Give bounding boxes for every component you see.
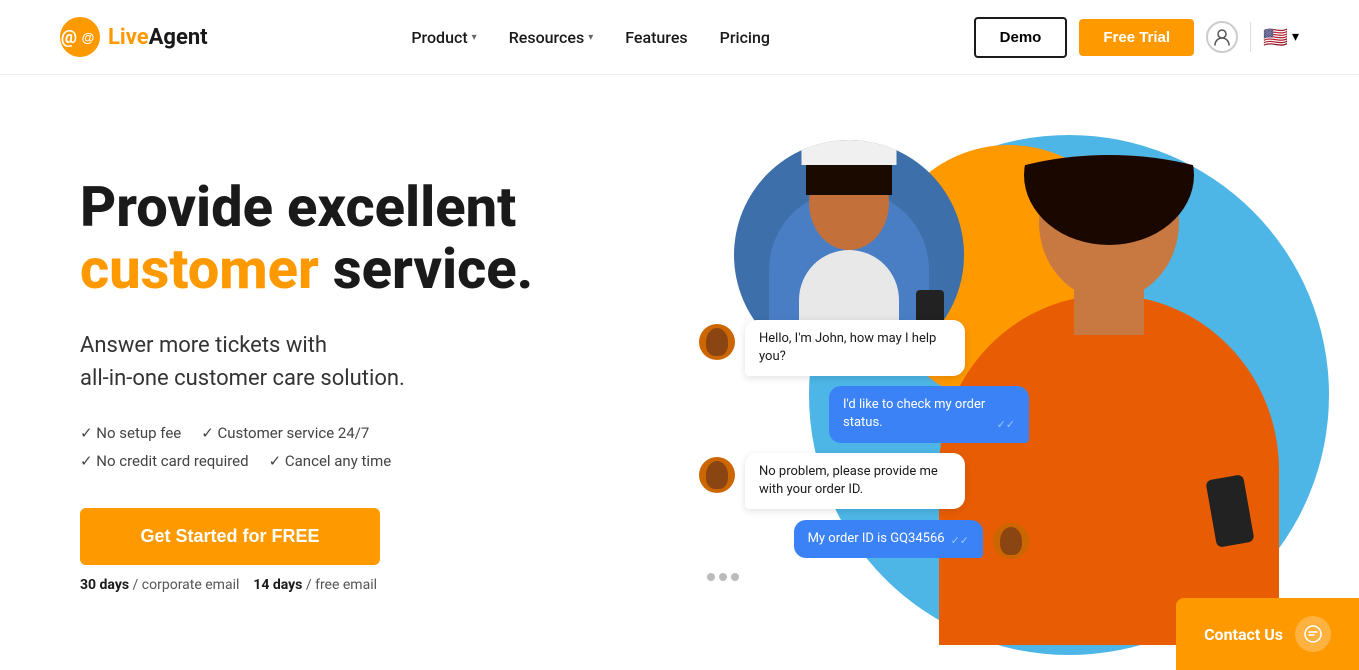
- chevron-down-icon: ▾: [588, 32, 593, 43]
- language-selector[interactable]: 🇺🇸 ▾: [1263, 25, 1299, 49]
- nav-features[interactable]: Features: [625, 28, 687, 47]
- contact-us-button[interactable]: Contact Us: [1176, 598, 1359, 670]
- chat-message-3: No problem, please provide me with your …: [699, 453, 1039, 509]
- get-started-button[interactable]: Get Started for FREE: [80, 508, 380, 565]
- bubble-blue-1: I'd like to check my order status. ✓✓: [829, 386, 1029, 442]
- dot-2: [719, 573, 727, 581]
- nav-divider: [1250, 22, 1251, 52]
- bubble-white-2: No problem, please provide me with your …: [745, 453, 965, 509]
- hero-subtitle: Answer more tickets with all-in-one cust…: [80, 329, 533, 395]
- logo-text: LiveAgent: [108, 25, 208, 50]
- chevron-down-icon: ▾: [472, 32, 477, 43]
- navbar: @ LiveAgent Product ▾ Resources ▾ Featur…: [0, 0, 1359, 75]
- demo-button[interactable]: Demo: [974, 17, 1068, 58]
- user-account-icon[interactable]: [1206, 21, 1238, 53]
- logo-icon: @: [60, 17, 100, 57]
- nav-links: Product ▾ Resources ▾ Features Pricing: [411, 28, 770, 47]
- nav-pricing[interactable]: Pricing: [720, 28, 770, 47]
- avatar-john-2: [699, 457, 735, 493]
- avatar-john: [699, 324, 735, 360]
- chat-bubbles: Hello, I'm John, how may I help you? I'd…: [699, 320, 1039, 585]
- chat-message-1: Hello, I'm John, how may I help you?: [699, 320, 1039, 376]
- avatar-user: [993, 523, 1029, 559]
- nav-resources[interactable]: Resources ▾: [509, 28, 594, 47]
- contact-us-label: Contact Us: [1204, 625, 1283, 644]
- hero-illustration: Hello, I'm John, how may I help you? I'd…: [679, 125, 1299, 645]
- dot-1: [707, 573, 715, 581]
- logo[interactable]: @ LiveAgent: [60, 17, 208, 57]
- contact-chat-icon: [1295, 616, 1331, 652]
- svg-text:@: @: [82, 30, 95, 45]
- free-trial-button[interactable]: Free Trial: [1079, 19, 1194, 56]
- bubble-blue-2: My order ID is GQ34566 ✓✓: [794, 520, 983, 558]
- hero-section: Provide excellent customer service. Answ…: [0, 75, 1359, 655]
- bubble-white-1: Hello, I'm John, how may I help you?: [745, 320, 965, 376]
- hero-content: Provide excellent customer service. Answ…: [80, 177, 533, 592]
- chat-typing-dots: [699, 569, 1039, 585]
- chat-message-4: My order ID is GQ34566 ✓✓: [699, 519, 1039, 559]
- trial-info: 30 days / corporate email 14 days / free…: [80, 577, 533, 593]
- dot-3: [731, 573, 739, 581]
- nav-actions: Demo Free Trial 🇺🇸 ▾: [974, 17, 1299, 58]
- hero-features: ✓ No setup fee✓ Customer service 24/7 ✓ …: [80, 419, 533, 476]
- hero-title: Provide excellent customer service.: [80, 177, 533, 300]
- chat-message-2: I'd like to check my order status. ✓✓: [699, 386, 1039, 442]
- chevron-down-icon: ▾: [1292, 29, 1299, 45]
- nav-product[interactable]: Product ▾: [411, 28, 476, 47]
